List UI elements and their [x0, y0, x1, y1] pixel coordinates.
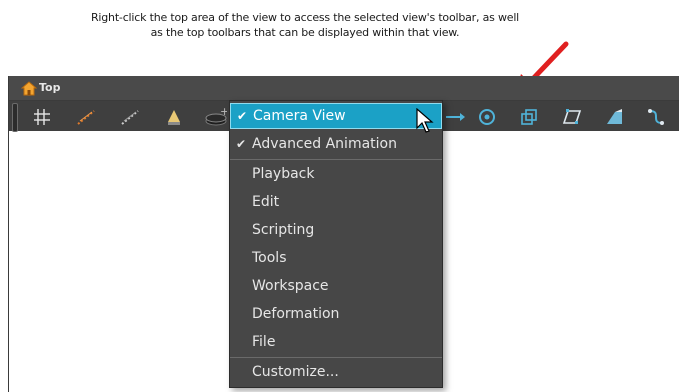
mouse-cursor-icon — [416, 108, 434, 133]
onion-skin-icon[interactable] — [75, 106, 97, 128]
menu-item-label: Playback — [252, 166, 315, 182]
checkmark-icon: ✔ — [237, 109, 248, 123]
motion-arrow-icon[interactable] — [444, 106, 466, 128]
menu-item-customize[interactable]: Customize... — [230, 359, 442, 385]
transform-icon[interactable] — [645, 106, 667, 128]
menu-item-edit[interactable]: Edit — [230, 189, 442, 215]
view-title: Top — [39, 81, 61, 94]
menu-item-label: Camera View — [253, 108, 346, 124]
toolbar-context-menu: ✔ Camera View ✔ Advanced Animation Playb… — [229, 100, 443, 388]
home-icon — [21, 81, 37, 96]
grid-icon[interactable] — [31, 106, 53, 128]
caption-line-1: Right-click the top area of the view to … — [90, 11, 520, 24]
rotate-icon[interactable] — [476, 106, 498, 128]
skew-icon[interactable] — [561, 106, 583, 128]
svg-text:+: + — [220, 106, 227, 118]
menu-item-advanced-animation[interactable]: ✔ Advanced Animation — [230, 131, 442, 157]
disc-icon[interactable]: + — [205, 106, 227, 128]
menu-item-scripting[interactable]: Scripting — [230, 217, 442, 243]
menu-item-deformation[interactable]: Deformation — [230, 301, 442, 327]
menu-item-label: Workspace — [252, 278, 329, 294]
light-icon[interactable] — [163, 106, 185, 128]
caption-line-2: as the top toolbars that can be displaye… — [150, 26, 460, 39]
menu-item-file[interactable]: File — [230, 329, 442, 355]
menu-item-camera-view[interactable]: ✔ Camera View — [230, 103, 442, 129]
checkmark-icon: ✔ — [236, 137, 247, 151]
menu-item-label: Advanced Animation — [252, 136, 397, 152]
menu-item-label: Scripting — [252, 222, 315, 238]
menu-item-workspace[interactable]: Workspace — [230, 273, 442, 299]
menu-item-label: Deformation — [252, 306, 340, 322]
menu-separator — [230, 159, 442, 160]
menu-separator — [230, 357, 442, 358]
menu-item-label: Edit — [252, 194, 280, 210]
perspective-icon[interactable] — [603, 106, 625, 128]
toolbar-grip[interactable] — [12, 103, 18, 132]
instruction-caption: Right-click the top area of the view to … — [90, 10, 520, 40]
menu-item-tools[interactable]: Tools — [230, 245, 442, 271]
menu-item-label: File — [252, 334, 276, 350]
menu-item-label: Tools — [252, 250, 287, 266]
view-title-bar[interactable]: Top — [9, 76, 679, 101]
menu-item-playback[interactable]: Playback — [230, 161, 442, 187]
scale-icon[interactable] — [518, 106, 540, 128]
menu-item-label: Customize... — [252, 364, 339, 380]
light-table-icon[interactable] — [119, 106, 141, 128]
